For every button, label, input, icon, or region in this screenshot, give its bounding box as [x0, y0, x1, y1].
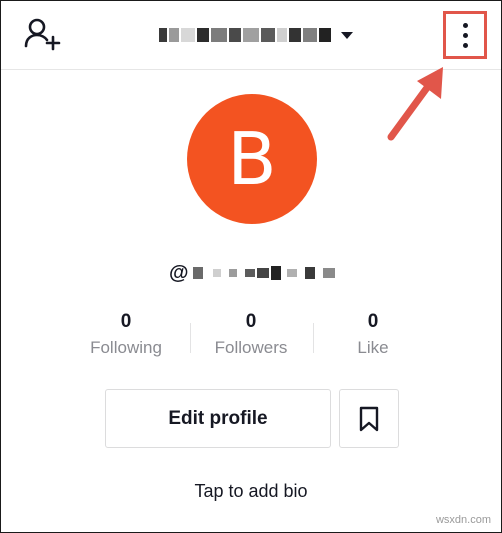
blurred-username — [159, 25, 331, 45]
watermark: wsxdn.com — [435, 514, 491, 526]
username-at: @ — [169, 261, 189, 284]
annotation-arrow — [387, 67, 443, 141]
profile-stats: 0 Following 0 Followers 0 Like — [71, 309, 431, 369]
followers-count: 0 — [245, 311, 257, 332]
vertical-dots-icon — [462, 22, 468, 28]
add-bio-link[interactable]: Tap to add bio — [1, 481, 501, 502]
stat-likes[interactable]: 0 Like — [318, 309, 428, 361]
likes-label: Like — [357, 338, 389, 357]
likes-count: 0 — [367, 311, 379, 332]
following-label: Following — [90, 338, 162, 357]
stat-followers[interactable]: 0 Followers — [196, 309, 306, 361]
username-handle: @ — [169, 261, 335, 285]
bookmark-icon — [359, 406, 379, 431]
avatar[interactable]: B — [187, 94, 317, 224]
divider — [313, 323, 314, 353]
top-bar — [1, 1, 501, 70]
stat-following[interactable]: 0 Following — [71, 309, 181, 361]
username-dropdown[interactable] — [159, 23, 353, 47]
edit-profile-button[interactable]: Edit profile — [105, 389, 331, 448]
profile-screen: B @ 0 Following 0 Followers 0 Like Edit … — [0, 0, 502, 533]
divider — [190, 323, 191, 353]
more-options-button[interactable] — [443, 11, 487, 59]
avatar-initial: B — [227, 117, 277, 201]
following-count: 0 — [120, 311, 132, 332]
caret-down-icon — [341, 31, 353, 39]
followers-label: Followers — [214, 338, 288, 357]
favorites-button[interactable] — [339, 389, 399, 448]
add-user-icon[interactable] — [23, 16, 63, 54]
